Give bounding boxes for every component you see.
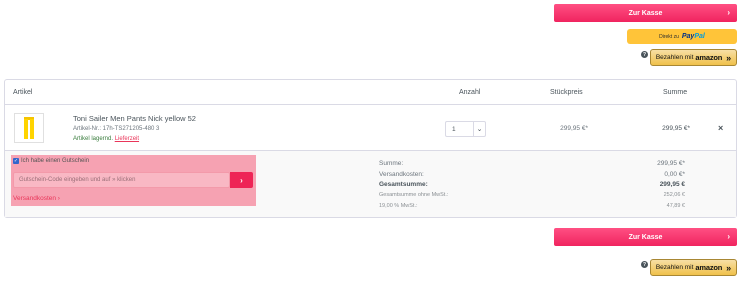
- amazon-pay-button-bottom[interactable]: Bezahlen mit amazon »: [650, 259, 737, 276]
- help-icon[interactable]: ?: [641, 51, 648, 58]
- chevron-right-icon: ›: [727, 232, 730, 241]
- paypal-button[interactable]: Direkt zu PayPal: [627, 29, 737, 44]
- checkout-label: Zur Kasse: [628, 9, 663, 17]
- remove-item-button[interactable]: ×: [718, 123, 723, 133]
- product-image[interactable]: [14, 113, 44, 143]
- voucher-checkbox-row[interactable]: ✓ Ich habe einen Gutschein: [13, 158, 89, 164]
- summary-row-grand-total: Gesamtsumme: 299,95 €: [379, 181, 685, 188]
- paypal-prefix: Direkt zu: [659, 33, 679, 40]
- unit-price: 299,95 €*: [560, 125, 588, 132]
- column-header-article: Artikel: [13, 89, 33, 96]
- voucher-submit-button[interactable]: ›: [230, 172, 253, 188]
- voucher-checkbox[interactable]: ✓: [13, 158, 19, 164]
- product-sku: Artikel-Nr.: 17h-TS271205-480 3: [73, 126, 160, 132]
- summary-row-vat: 19,00 % MwSt.: 47,89 €: [379, 203, 685, 209]
- product-stock-status: Artikel lagernd. Lieferzeit: [73, 136, 139, 142]
- quantity-value: 1: [452, 125, 456, 133]
- checkout-button-bottom[interactable]: Zur Kasse ›: [554, 228, 737, 246]
- amazon-prefix: Bezahlen mit: [655, 54, 694, 61]
- column-header-total: Summe: [663, 89, 688, 96]
- chevron-right-icon: ›: [727, 8, 730, 17]
- pants-thumbnail: [24, 117, 34, 139]
- chevron-down-icon: ⌄: [473, 122, 485, 136]
- voucher-code-input[interactable]: Gutschein-Code eingeben und auf » klicke…: [13, 172, 230, 188]
- amazon-logo: amazon: [695, 53, 723, 62]
- amazon-logo: amazon: [695, 263, 723, 272]
- summary-row-shipping: Versandkosten: 0,00 €*: [379, 171, 685, 178]
- delivery-time-link[interactable]: Lieferzeit: [115, 136, 139, 142]
- line-total: 299,95 €*: [662, 125, 690, 132]
- double-chevron-icon: »: [726, 52, 732, 63]
- cart-table: Artikel Anzahl Stückpreis Summe Toni Sai…: [4, 79, 737, 218]
- voucher-section: ✓ Ich habe einen Gutschein Gutschein-Cod…: [11, 155, 256, 206]
- shipping-costs-link[interactable]: Versandkosten ›: [13, 195, 60, 202]
- column-header-quantity: Anzahl: [459, 89, 481, 96]
- checkout-button-top[interactable]: Zur Kasse ›: [554, 4, 737, 22]
- cart-footer: ✓ Ich habe einen Gutschein Gutschein-Cod…: [5, 150, 736, 217]
- summary-row-subtotal: Summe: 299,95 €*: [379, 160, 685, 167]
- column-header-unit-price: Stückpreis: [550, 89, 583, 96]
- help-icon[interactable]: ?: [641, 261, 648, 268]
- double-chevron-icon: »: [726, 262, 732, 273]
- amazon-prefix: Bezahlen mit: [655, 264, 694, 271]
- product-name[interactable]: Toni Sailer Men Pants Nick yellow 52: [73, 114, 196, 123]
- voucher-checkbox-label: Ich habe einen Gutschein: [21, 158, 90, 164]
- paypal-logo: PayPal: [681, 33, 705, 40]
- quantity-select[interactable]: 1 ⌄: [445, 121, 486, 137]
- summary-row-net-total: Gesamtsumme ohne MwSt.: 252,06 €: [379, 192, 685, 198]
- header-divider: [5, 104, 736, 105]
- checkout-label: Zur Kasse: [628, 233, 663, 241]
- stock-label: Artikel lagernd.: [73, 136, 114, 142]
- amazon-pay-button-top[interactable]: Bezahlen mit amazon »: [650, 49, 737, 66]
